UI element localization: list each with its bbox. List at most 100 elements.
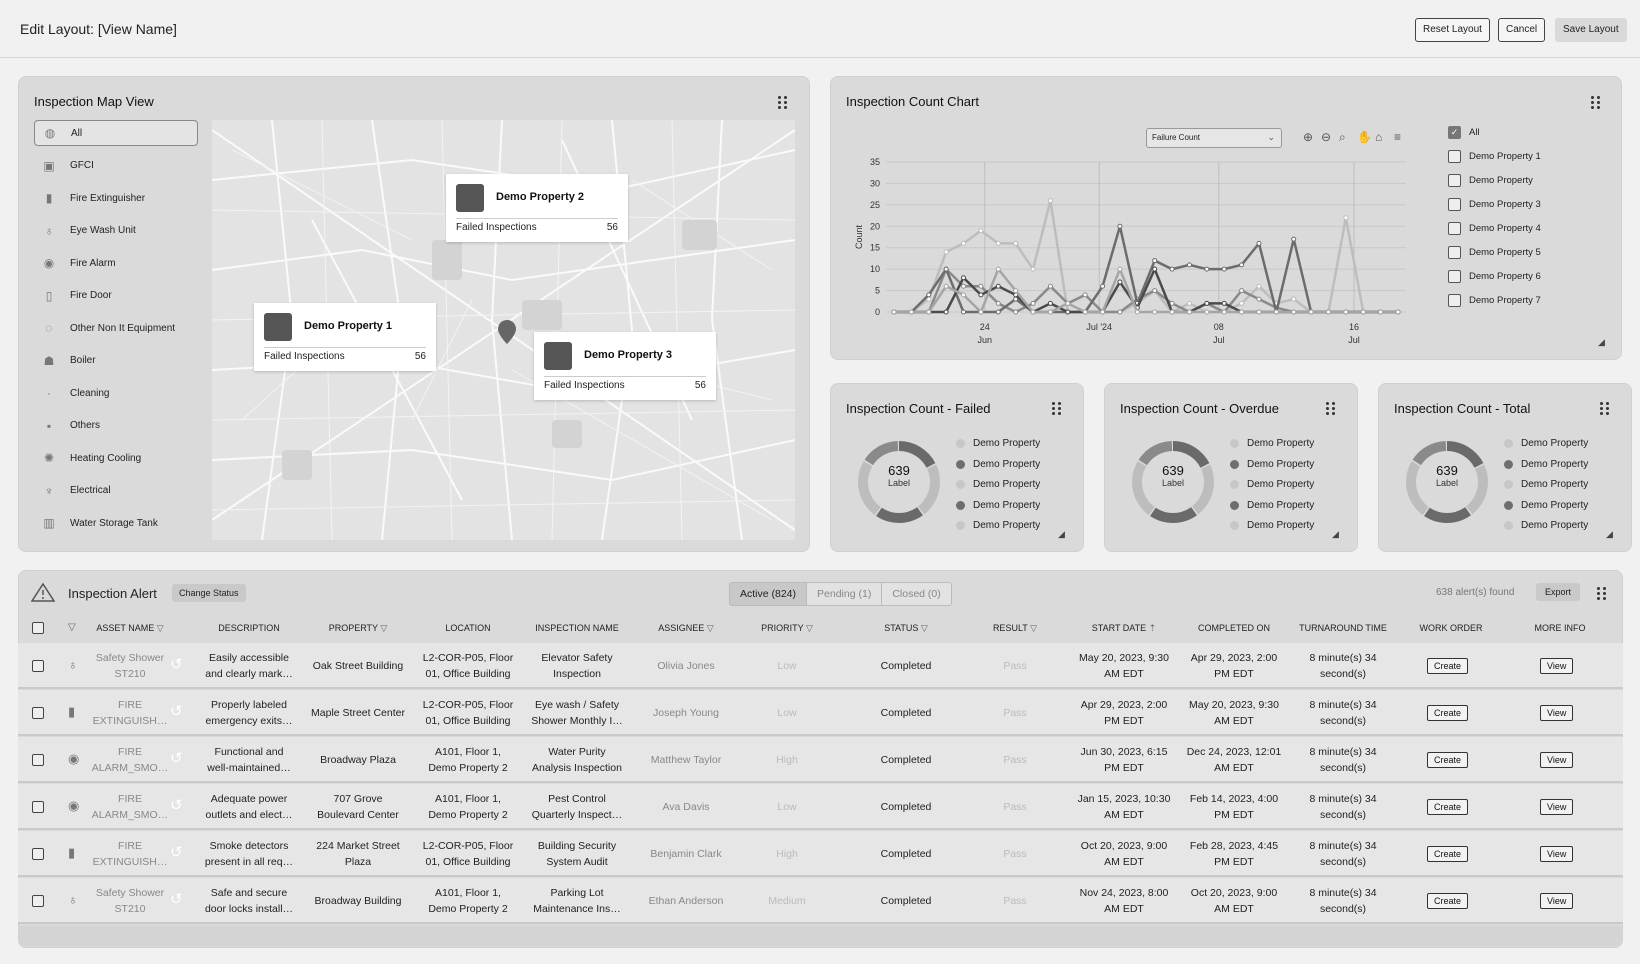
table-row[interactable]: ◉ FIRE ALARM_SMO… ↺ Adequate power outlets an…	[18, 784, 1623, 830]
view-more-info-button[interactable]: View	[1540, 846, 1574, 862]
tab-active[interactable]: Active (824)	[730, 583, 808, 605]
column-header[interactable]: TURNAROUND TIME	[1283, 623, 1403, 633]
column-header[interactable]: RESULT ▽	[955, 623, 1075, 634]
drag-handle-icon[interactable]	[778, 96, 788, 109]
map-view[interactable]: Demo Property 2 Failed Inspections 56 De…	[212, 120, 795, 540]
row-checkbox[interactable]	[32, 895, 44, 907]
select-all-checkbox[interactable]	[32, 622, 44, 634]
row-checkbox[interactable]	[32, 801, 44, 813]
filter-icon[interactable]: ▽	[157, 623, 164, 633]
create-work-order-button[interactable]: Create	[1427, 846, 1469, 862]
map-filter-item[interactable]: ◍ All	[34, 120, 198, 146]
row-checkbox[interactable]	[32, 848, 44, 860]
filter-icon[interactable]: ▽	[380, 623, 387, 633]
property-card[interactable]: Demo Property 1 Failed Inspections 56	[254, 303, 436, 371]
view-more-info-button[interactable]: View	[1540, 752, 1574, 768]
legend-checkbox-item[interactable]: Demo Property 3	[1448, 198, 1541, 211]
view-more-info-button[interactable]: View	[1540, 893, 1574, 909]
resize-icon[interactable]: ◢	[1332, 529, 1339, 540]
filter-icon[interactable]: ▽	[707, 623, 714, 633]
create-work-order-button[interactable]: Create	[1427, 658, 1469, 674]
horizontal-scrollbar[interactable]	[18, 926, 1623, 946]
map-filter-item[interactable]: ▣ GFCI	[34, 153, 198, 179]
cancel-button[interactable]: Cancel	[1498, 18, 1546, 42]
column-header[interactable]: LOCATION	[408, 623, 528, 633]
property-card[interactable]: Demo Property 3 Failed Inspections 56	[534, 332, 716, 400]
column-header[interactable]: STATUS ▽	[846, 623, 966, 634]
filter-icon[interactable]: ▽	[806, 623, 813, 633]
map-filter-item[interactable]: ▥ Water Storage Tank	[34, 510, 198, 536]
history-icon[interactable]: ↺	[170, 796, 183, 814]
table-row[interactable]: ▮ FIRE EXTINGUISH… ↺ Smoke detectors present …	[18, 831, 1623, 877]
history-icon[interactable]: ↺	[170, 890, 183, 908]
drag-handle-icon[interactable]	[1591, 96, 1601, 109]
magnifier-icon[interactable]: ⌕	[1339, 130, 1346, 145]
map-filter-item[interactable]: ✺ Heating Cooling	[34, 445, 198, 471]
save-layout-button[interactable]: Save Layout	[1555, 18, 1627, 42]
zoom-in-icon[interactable]: ⊕	[1303, 130, 1313, 144]
history-icon[interactable]: ↺	[170, 702, 183, 720]
row-checkbox[interactable]	[32, 754, 44, 766]
zoom-out-icon[interactable]: ⊖	[1321, 130, 1331, 144]
sort-icon[interactable]: ⇡	[1149, 623, 1157, 633]
legend-checkbox-item[interactable]: Demo Property 7	[1448, 294, 1541, 307]
column-header[interactable]: PRIORITY ▽	[727, 623, 847, 634]
metric-dropdown[interactable]: Failure Count ⌄	[1146, 128, 1282, 148]
row-checkbox[interactable]	[32, 707, 44, 719]
resize-icon[interactable]: ◢	[1058, 529, 1065, 540]
checkbox[interactable]	[1448, 294, 1461, 307]
create-work-order-button[interactable]: Create	[1427, 752, 1469, 768]
resize-icon[interactable]: ◢	[1598, 337, 1605, 348]
tab-closed[interactable]: Closed (0)	[882, 583, 951, 605]
row-checkbox[interactable]	[32, 660, 44, 672]
view-more-info-button[interactable]: View	[1540, 705, 1574, 721]
filter-icon[interactable]: ▽	[1030, 623, 1037, 633]
home-icon[interactable]: ⌂	[1375, 130, 1382, 144]
map-filter-item[interactable]: ▪ Others	[34, 413, 198, 439]
column-header[interactable]: WORK ORDER	[1391, 623, 1511, 633]
table-row[interactable]: ♁ Safety Shower ST210 ↺ Easily accessible and…	[18, 643, 1623, 689]
checkbox[interactable]: ✓	[1448, 126, 1461, 139]
drag-handle-icon[interactable]	[1326, 402, 1336, 415]
pan-hand-icon[interactable]: ✋	[1357, 130, 1372, 144]
resize-icon[interactable]: ◢	[1606, 529, 1613, 540]
drag-handle-icon[interactable]	[1052, 402, 1062, 415]
map-filter-item[interactable]: ▯ Fire Door	[34, 283, 198, 309]
drag-handle-icon[interactable]	[1597, 587, 1607, 600]
column-header[interactable]: PROPERTY ▽	[298, 623, 418, 634]
checkbox[interactable]	[1448, 222, 1461, 235]
legend-checkbox-item[interactable]: Demo Property 4	[1448, 222, 1541, 235]
history-icon[interactable]: ↺	[170, 655, 183, 673]
legend-checkbox-item[interactable]: Demo Property	[1448, 174, 1533, 187]
legend-checkbox-item[interactable]: Demo Property 5	[1448, 246, 1541, 259]
tab-pending[interactable]: Pending (1)	[807, 583, 883, 605]
table-row[interactable]: ▮ FIRE EXTINGUISH… ↺ Properly labeled emergen…	[18, 690, 1623, 736]
create-work-order-button[interactable]: Create	[1427, 893, 1469, 909]
create-work-order-button[interactable]: Create	[1427, 705, 1469, 721]
legend-checkbox-item[interactable]: Demo Property 6	[1448, 270, 1541, 283]
property-card[interactable]: Demo Property 2 Failed Inspections 56	[446, 174, 628, 242]
view-more-info-button[interactable]: View	[1540, 658, 1574, 674]
checkbox[interactable]	[1448, 246, 1461, 259]
map-filter-item[interactable]: ☗ Boiler	[34, 348, 198, 374]
map-filter-item[interactable]: ◌ Other Non It Equipment	[34, 315, 198, 341]
map-filter-item[interactable]: ◉ Fire Alarm	[34, 250, 198, 276]
map-filter-item[interactable]: · Cleaning	[34, 380, 198, 406]
column-header[interactable]: MORE INFO	[1500, 623, 1620, 633]
column-header[interactable]: COMPLETED ON	[1174, 623, 1294, 633]
table-row[interactable]: ♁ Safety Shower ST210 ↺ Safe and secure door …	[18, 878, 1623, 924]
checkbox[interactable]	[1448, 174, 1461, 187]
history-icon[interactable]: ↺	[170, 843, 183, 861]
table-row[interactable]: ◉ FIRE ALARM_SMO… ↺ Functional and well-maint…	[18, 737, 1623, 783]
export-button[interactable]: Export	[1536, 583, 1581, 601]
change-status-button[interactable]: Change Status	[172, 584, 246, 602]
map-filter-item[interactable]: ♆ Electrical	[34, 478, 198, 504]
column-header[interactable]: INSPECTION NAME	[517, 623, 637, 633]
map-filter-item[interactable]: ♁ Eye Wash Unit	[34, 218, 198, 244]
checkbox[interactable]	[1448, 150, 1461, 163]
view-more-info-button[interactable]: View	[1540, 799, 1574, 815]
drag-handle-icon[interactable]	[1600, 402, 1610, 415]
filter-icon[interactable]: ▽	[921, 623, 928, 633]
history-icon[interactable]: ↺	[170, 749, 183, 767]
map-filter-item[interactable]: ▮ Fire Extinguisher	[34, 185, 198, 211]
